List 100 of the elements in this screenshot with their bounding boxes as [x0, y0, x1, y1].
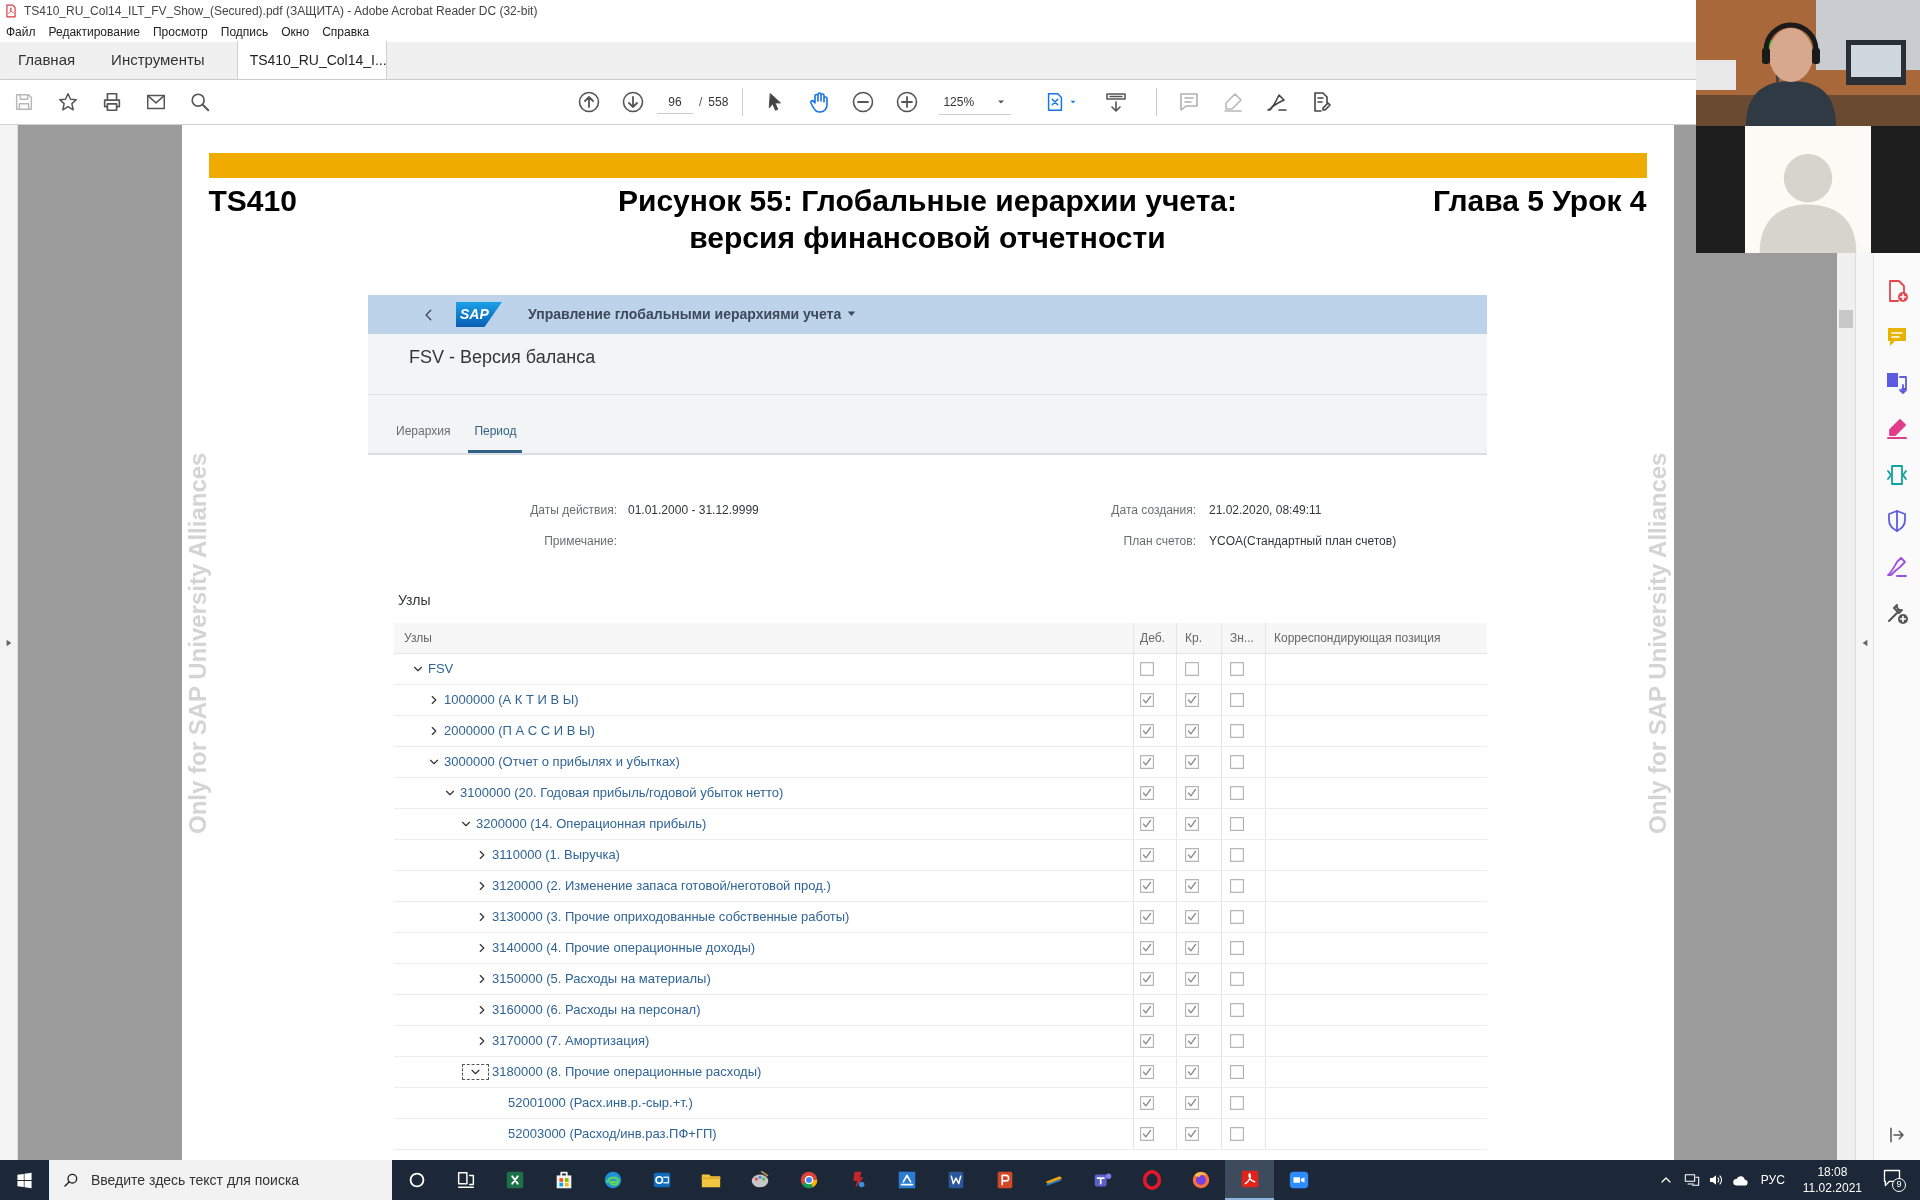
- print-icon[interactable]: [101, 91, 123, 113]
- column-header[interactable]: Кр.: [1176, 623, 1221, 653]
- chevron-down-icon[interactable]: [462, 1064, 489, 1080]
- document-tab[interactable]: TS410_RU_Col14_I...: [236, 41, 387, 79]
- menu-item[interactable]: Файл: [6, 23, 36, 41]
- checkbox[interactable]: [1185, 1127, 1199, 1141]
- checkbox[interactable]: [1140, 1034, 1154, 1048]
- checkbox[interactable]: [1230, 817, 1244, 831]
- scroll-thumb[interactable]: [1839, 310, 1853, 328]
- tree-node-link[interactable]: 3130000 (3. Прочие оприходованные собственные работы): [492, 907, 850, 927]
- star-icon[interactable]: [57, 91, 79, 113]
- checkbox[interactable]: [1185, 662, 1199, 676]
- arrow-down-icon[interactable]: [621, 90, 645, 114]
- tree-node-link[interactable]: 3120000 (2. Изменение запаса готовой/неготовой прод.): [492, 876, 831, 896]
- zoom-out-icon[interactable]: [851, 90, 876, 114]
- tree-node-link[interactable]: 3160000 (6. Расходы на персонал): [492, 1000, 701, 1020]
- checkbox[interactable]: [1140, 662, 1154, 676]
- checkbox[interactable]: [1185, 786, 1199, 800]
- tree-node-link[interactable]: 52003000 (Расход/инв.раз.ПФ+ГП): [508, 1124, 717, 1144]
- tab[interactable]: Главная: [0, 41, 94, 79]
- checkbox[interactable]: [1185, 693, 1199, 707]
- checkbox[interactable]: [1185, 972, 1199, 986]
- expand-panel-icon[interactable]: [4, 637, 13, 648]
- checkbox[interactable]: [1185, 1034, 1199, 1048]
- ring-icon[interactable]: [1140, 1169, 1163, 1191]
- tab[interactable]: Иерархия: [390, 395, 457, 453]
- tools-icon[interactable]: [1885, 601, 1909, 625]
- collapse-panel-icon[interactable]: [1860, 637, 1869, 648]
- tree-node-link[interactable]: 3150000 (5. Расходы на материалы): [492, 969, 711, 989]
- column-header[interactable]: Узлы: [394, 623, 1133, 653]
- zoom-dropdown[interactable]: 125%: [939, 89, 1012, 115]
- checkbox[interactable]: [1185, 1065, 1199, 1079]
- tree-node-link[interactable]: FSV: [428, 659, 454, 679]
- checkbox[interactable]: [1230, 972, 1244, 986]
- checkbox[interactable]: [1185, 848, 1199, 862]
- tree-node-link[interactable]: 3170000 (7. Амортизация): [492, 1031, 650, 1051]
- checkbox[interactable]: [1185, 755, 1199, 769]
- checkbox[interactable]: [1230, 755, 1244, 769]
- app-title-menu[interactable]: Управление глобальными иерархиями учета: [528, 304, 857, 325]
- tree-node-link[interactable]: 3200000 (14. Операционная прибыль): [476, 814, 707, 834]
- checkbox[interactable]: [1140, 941, 1154, 955]
- scroll-mode-icon[interactable]: [1104, 90, 1129, 114]
- checkbox[interactable]: [1185, 724, 1199, 738]
- menu-item[interactable]: Окно: [281, 23, 310, 41]
- tab[interactable]: Инструменты: [93, 41, 223, 79]
- checkbox[interactable]: [1140, 1003, 1154, 1017]
- tree-node-link[interactable]: 3100000 (20. Годовая прибыль/годовой убыток нетто): [460, 783, 784, 803]
- clock[interactable]: 18:08 11.02.2021: [1802, 1164, 1862, 1196]
- checkbox[interactable]: [1140, 1127, 1154, 1141]
- tree-node-link[interactable]: 3180000 (8. Прочие операционные расходы): [492, 1062, 762, 1082]
- checkbox[interactable]: [1140, 693, 1154, 707]
- checkbox[interactable]: [1185, 1096, 1199, 1110]
- checkbox[interactable]: [1230, 1127, 1244, 1141]
- checkbox[interactable]: [1230, 693, 1244, 707]
- menu-item[interactable]: Редактирование: [48, 23, 140, 41]
- column-header[interactable]: Зн...: [1221, 623, 1265, 653]
- checkbox[interactable]: [1230, 786, 1244, 800]
- checkbox[interactable]: [1140, 879, 1154, 893]
- export-pdf-icon[interactable]: [1885, 371, 1909, 395]
- tree-node-link[interactable]: 3000000 (Отчет о прибылях и убытках): [444, 752, 680, 772]
- checkbox[interactable]: [1140, 972, 1154, 986]
- search-icon[interactable]: [189, 91, 211, 113]
- checkbox[interactable]: [1230, 1096, 1244, 1110]
- tree-node-link[interactable]: 3140000 (4. Прочие операционные доходы): [492, 938, 756, 958]
- notifications-button[interactable]: 9: [1882, 1168, 1906, 1192]
- column-header[interactable]: Корреспондирующая позиция: [1265, 623, 1487, 653]
- network-icon[interactable]: [1683, 1172, 1700, 1188]
- menu-item[interactable]: Подпись: [220, 23, 269, 41]
- checkbox[interactable]: [1140, 817, 1154, 831]
- checkbox[interactable]: [1230, 1065, 1244, 1079]
- checkbox[interactable]: [1230, 1034, 1244, 1048]
- video-camera-icon[interactable]: [1287, 1169, 1310, 1191]
- tab[interactable]: Период: [468, 395, 523, 453]
- zoom-in-icon[interactable]: [895, 90, 920, 114]
- edit-pen-icon[interactable]: [1885, 417, 1909, 441]
- checkbox[interactable]: [1230, 848, 1244, 862]
- tree-node-link[interactable]: 52001000 (Расх.инв.р.-сыр.+т.): [508, 1093, 693, 1113]
- checkbox[interactable]: [1140, 1096, 1154, 1110]
- page-field[interactable]: 96: [657, 90, 693, 114]
- menu-item[interactable]: Просмотр: [152, 23, 208, 41]
- checkbox[interactable]: [1230, 910, 1244, 924]
- checkbox[interactable]: [1185, 817, 1199, 831]
- checkbox[interactable]: [1230, 879, 1244, 893]
- organize-pages-icon[interactable]: [1885, 463, 1909, 487]
- signature-icon[interactable]: [1885, 555, 1909, 579]
- start-icon[interactable]: [16, 1171, 33, 1189]
- checkbox[interactable]: [1230, 662, 1244, 676]
- checkbox[interactable]: [1140, 848, 1154, 862]
- menu-item[interactable]: Справка: [322, 23, 370, 41]
- checkbox[interactable]: [1185, 910, 1199, 924]
- collapse-pane-icon[interactable]: [1888, 1126, 1906, 1144]
- arrow-up-icon[interactable]: [577, 90, 601, 114]
- checkbox[interactable]: [1140, 786, 1154, 800]
- language-indicator[interactable]: РУС: [1760, 1171, 1785, 1189]
- checkbox[interactable]: [1185, 879, 1199, 893]
- checkbox[interactable]: [1230, 941, 1244, 955]
- checkbox[interactable]: [1140, 724, 1154, 738]
- checkbox[interactable]: [1230, 1003, 1244, 1017]
- checkbox[interactable]: [1140, 910, 1154, 924]
- checkbox[interactable]: [1230, 724, 1244, 738]
